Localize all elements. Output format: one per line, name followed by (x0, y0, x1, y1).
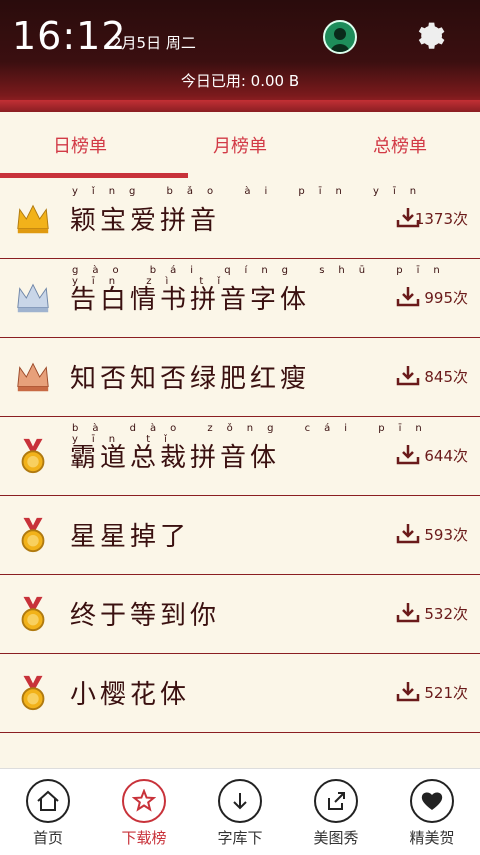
download-count: 644次 (424, 447, 468, 465)
avatar-head (334, 28, 346, 40)
nav-download-ranking[interactable]: 下载榜 (96, 769, 192, 855)
download-count: 593次 (424, 526, 468, 544)
usage-text: 今日已用: 0.00 B (180, 72, 300, 90)
list-item[interactable]: bà dào zǒng cái pīn yīn tǐ 霸道总裁拼音体 644次 (0, 417, 480, 496)
download-count: 521次 (424, 684, 468, 702)
list-item[interactable]: gào bái qíng shū pīn yīn zì tǐ 告白情书拼音字体 … (0, 259, 480, 338)
gear-icon[interactable] (414, 20, 446, 52)
nav-home[interactable]: 首页 (0, 769, 96, 855)
avatar-body (330, 44, 350, 52)
nav-label: 字库下 (217, 829, 263, 847)
top-header: 16:12 2月5日 周二 今日已用: 0.00 B (0, 0, 480, 112)
nav-font-library[interactable]: 字库下 (192, 769, 288, 855)
list-item[interactable]: 知否知否绿肥红瘦 845次 (0, 338, 480, 417)
font-name: 小樱花体 (70, 680, 191, 710)
header-stripe (0, 100, 480, 112)
nav-label: 精美贺 (409, 829, 455, 847)
share-icon (314, 779, 358, 823)
download-count: 995次 (424, 289, 468, 307)
medal-icon (21, 438, 45, 474)
download-count: 845次 (424, 368, 468, 386)
gold-crown-icon (17, 204, 49, 234)
font-name: 霸道总裁拼音体 (70, 443, 281, 473)
nav-photo-show[interactable]: 美图秀 (288, 769, 384, 855)
font-name: 颖宝爱拼音 (70, 206, 221, 236)
nav-greetings[interactable]: 精美贺 (384, 769, 480, 855)
download-icon[interactable] (396, 680, 420, 702)
ranking-tabs: 日榜单 月榜单 总榜单 (0, 112, 480, 180)
list-item[interactable]: yǐng bǎo ài pīn yīn 颖宝爱拼音 1373次 (0, 180, 480, 259)
download-icon[interactable] (396, 443, 420, 465)
download-icon (218, 779, 262, 823)
clock-time: 16:12 (12, 14, 127, 58)
list-item[interactable]: 星星掉了 593次 (0, 496, 480, 575)
font-name: 星星掉了 (70, 522, 191, 552)
download-icon[interactable] (396, 285, 420, 307)
download-count: 532次 (424, 605, 468, 623)
font-name: 知否知否绿肥红瘦 (70, 364, 311, 394)
heart-icon (410, 779, 454, 823)
font-name: 终于等到你 (70, 601, 221, 631)
tab-monthly[interactable]: 月榜单 (160, 132, 320, 158)
download-count: 1373次 (414, 210, 468, 228)
bronze-crown-icon (17, 362, 49, 392)
home-icon (26, 779, 70, 823)
bottom-nav: 首页 下载榜 字库下 美图秀 精美贺 (0, 768, 480, 855)
tab-daily[interactable]: 日榜单 (0, 132, 160, 158)
clock-date: 2月5日 周二 (112, 34, 196, 52)
list-item[interactable]: 终于等到你 532次 (0, 575, 480, 654)
silver-crown-icon (17, 283, 49, 313)
download-icon[interactable] (396, 522, 420, 544)
star-icon (122, 779, 166, 823)
avatar[interactable] (323, 20, 357, 54)
tab-active-indicator (0, 173, 188, 178)
download-icon[interactable] (396, 601, 420, 623)
download-icon[interactable] (396, 364, 420, 386)
nav-label: 首页 (32, 829, 63, 847)
nav-label: 下载榜 (121, 829, 167, 847)
font-name: 告白情书拼音字体 (70, 285, 311, 315)
nav-label: 美图秀 (313, 829, 359, 847)
list-item[interactable]: 小樱花体 521次 (0, 654, 480, 733)
tab-total[interactable]: 总榜单 (320, 132, 480, 158)
medal-icon (21, 596, 45, 632)
medal-icon (21, 517, 45, 553)
medal-icon (21, 675, 45, 711)
font-pinyin: yǐng bǎo ài pīn yīn (72, 186, 431, 197)
